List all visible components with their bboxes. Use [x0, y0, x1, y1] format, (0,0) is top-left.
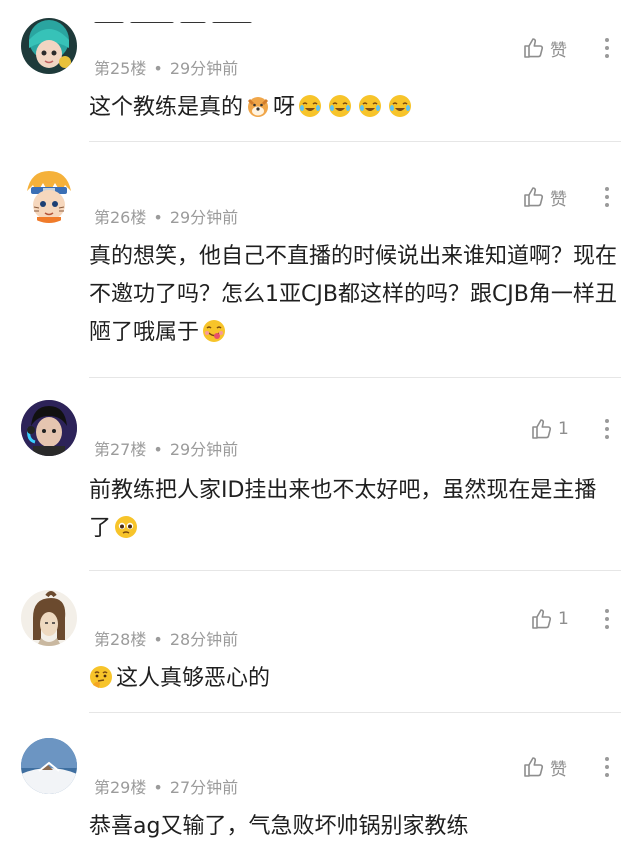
comment-time: 29分钟前: [169, 208, 239, 227]
floor-number: 第27楼: [94, 440, 147, 459]
comment-text: 这人真够恶心的: [86, 660, 616, 698]
username-cutoff: [94, 15, 264, 23]
comment-meta: 第25楼 • 29分钟前: [94, 59, 239, 78]
divider: [89, 570, 621, 571]
dog-face-emoji-icon: [247, 97, 269, 117]
crying-laugh-emoji-icon: [389, 95, 412, 117]
avatar[interactable]: [21, 18, 77, 74]
comment-text: 前教练把人家ID挂出来也不太好吧，虽然现在是主播了: [89, 478, 597, 541]
comment-meta: 第29楼 • 27分钟前: [94, 778, 239, 797]
comment-meta: 第28楼 • 28分钟前: [94, 630, 239, 649]
crying-laugh-emoji-icon: [329, 95, 352, 117]
comment-time: 28分钟前: [169, 630, 239, 649]
thumbs-up-icon: [524, 38, 544, 58]
like-count: 1: [558, 419, 569, 439]
avatar[interactable]: [21, 167, 77, 223]
like-button[interactable]: 赞: [522, 34, 567, 62]
divider: [89, 377, 621, 378]
like-count: 赞: [550, 189, 567, 210]
divider: [89, 141, 621, 142]
comment-time: 29分钟前: [169, 440, 239, 459]
more-options-icon[interactable]: [600, 605, 614, 633]
comment-text: 恭喜ag又输了，气急败坏帅锅别家教练: [89, 814, 469, 839]
yum-face-emoji-icon: [203, 320, 226, 342]
floor-number: 第26楼: [94, 208, 147, 227]
like-button[interactable]: 赞: [522, 753, 567, 781]
comment-text: 这个教练是真的呀: [89, 89, 619, 127]
more-options-icon[interactable]: [600, 753, 614, 781]
comment-list: 第25楼 • 29分钟前 赞 这个教练是真的呀 第26楼 • 29分钟前 赞 真…: [0, 0, 641, 853]
crying-laugh-emoji-icon: [299, 95, 322, 117]
like-button[interactable]: 赞: [522, 183, 567, 211]
like-button[interactable]: 1: [530, 605, 569, 633]
thumbs-up-icon: [532, 609, 552, 629]
like-count: 1: [558, 609, 569, 629]
comment-time: 29分钟前: [169, 59, 239, 78]
thumbs-up-icon: [524, 187, 544, 207]
more-options-icon[interactable]: [600, 34, 614, 62]
comment-text: 真的想笑，他自己不直播的时候说出来谁知道啊？现在不邀功了吗？怎么1亚CJB都这样…: [89, 244, 618, 345]
more-options-icon[interactable]: [600, 183, 614, 211]
avatar[interactable]: [21, 400, 77, 456]
comment-meta: 第27楼 • 29分钟前: [94, 440, 239, 459]
comment-meta: 第26楼 • 29分钟前: [94, 208, 239, 227]
pleading-face-emoji-icon: [115, 516, 138, 538]
thumbs-up-icon: [532, 419, 552, 439]
comment-time: 27分钟前: [169, 778, 239, 797]
crying-laugh-emoji-icon: [359, 95, 382, 117]
divider: [89, 712, 621, 713]
thumbs-up-icon: [524, 757, 544, 777]
avatar[interactable]: [21, 590, 77, 646]
like-count: 赞: [550, 759, 567, 780]
more-options-icon[interactable]: [600, 415, 614, 443]
floor-number: 第25楼: [94, 59, 147, 78]
floor-number: 第28楼: [94, 630, 147, 649]
thinking-face-emoji-icon: [90, 666, 112, 688]
like-button[interactable]: 1: [530, 415, 569, 443]
like-count: 赞: [550, 40, 567, 61]
floor-number: 第29楼: [94, 778, 147, 797]
avatar[interactable]: [21, 738, 77, 794]
